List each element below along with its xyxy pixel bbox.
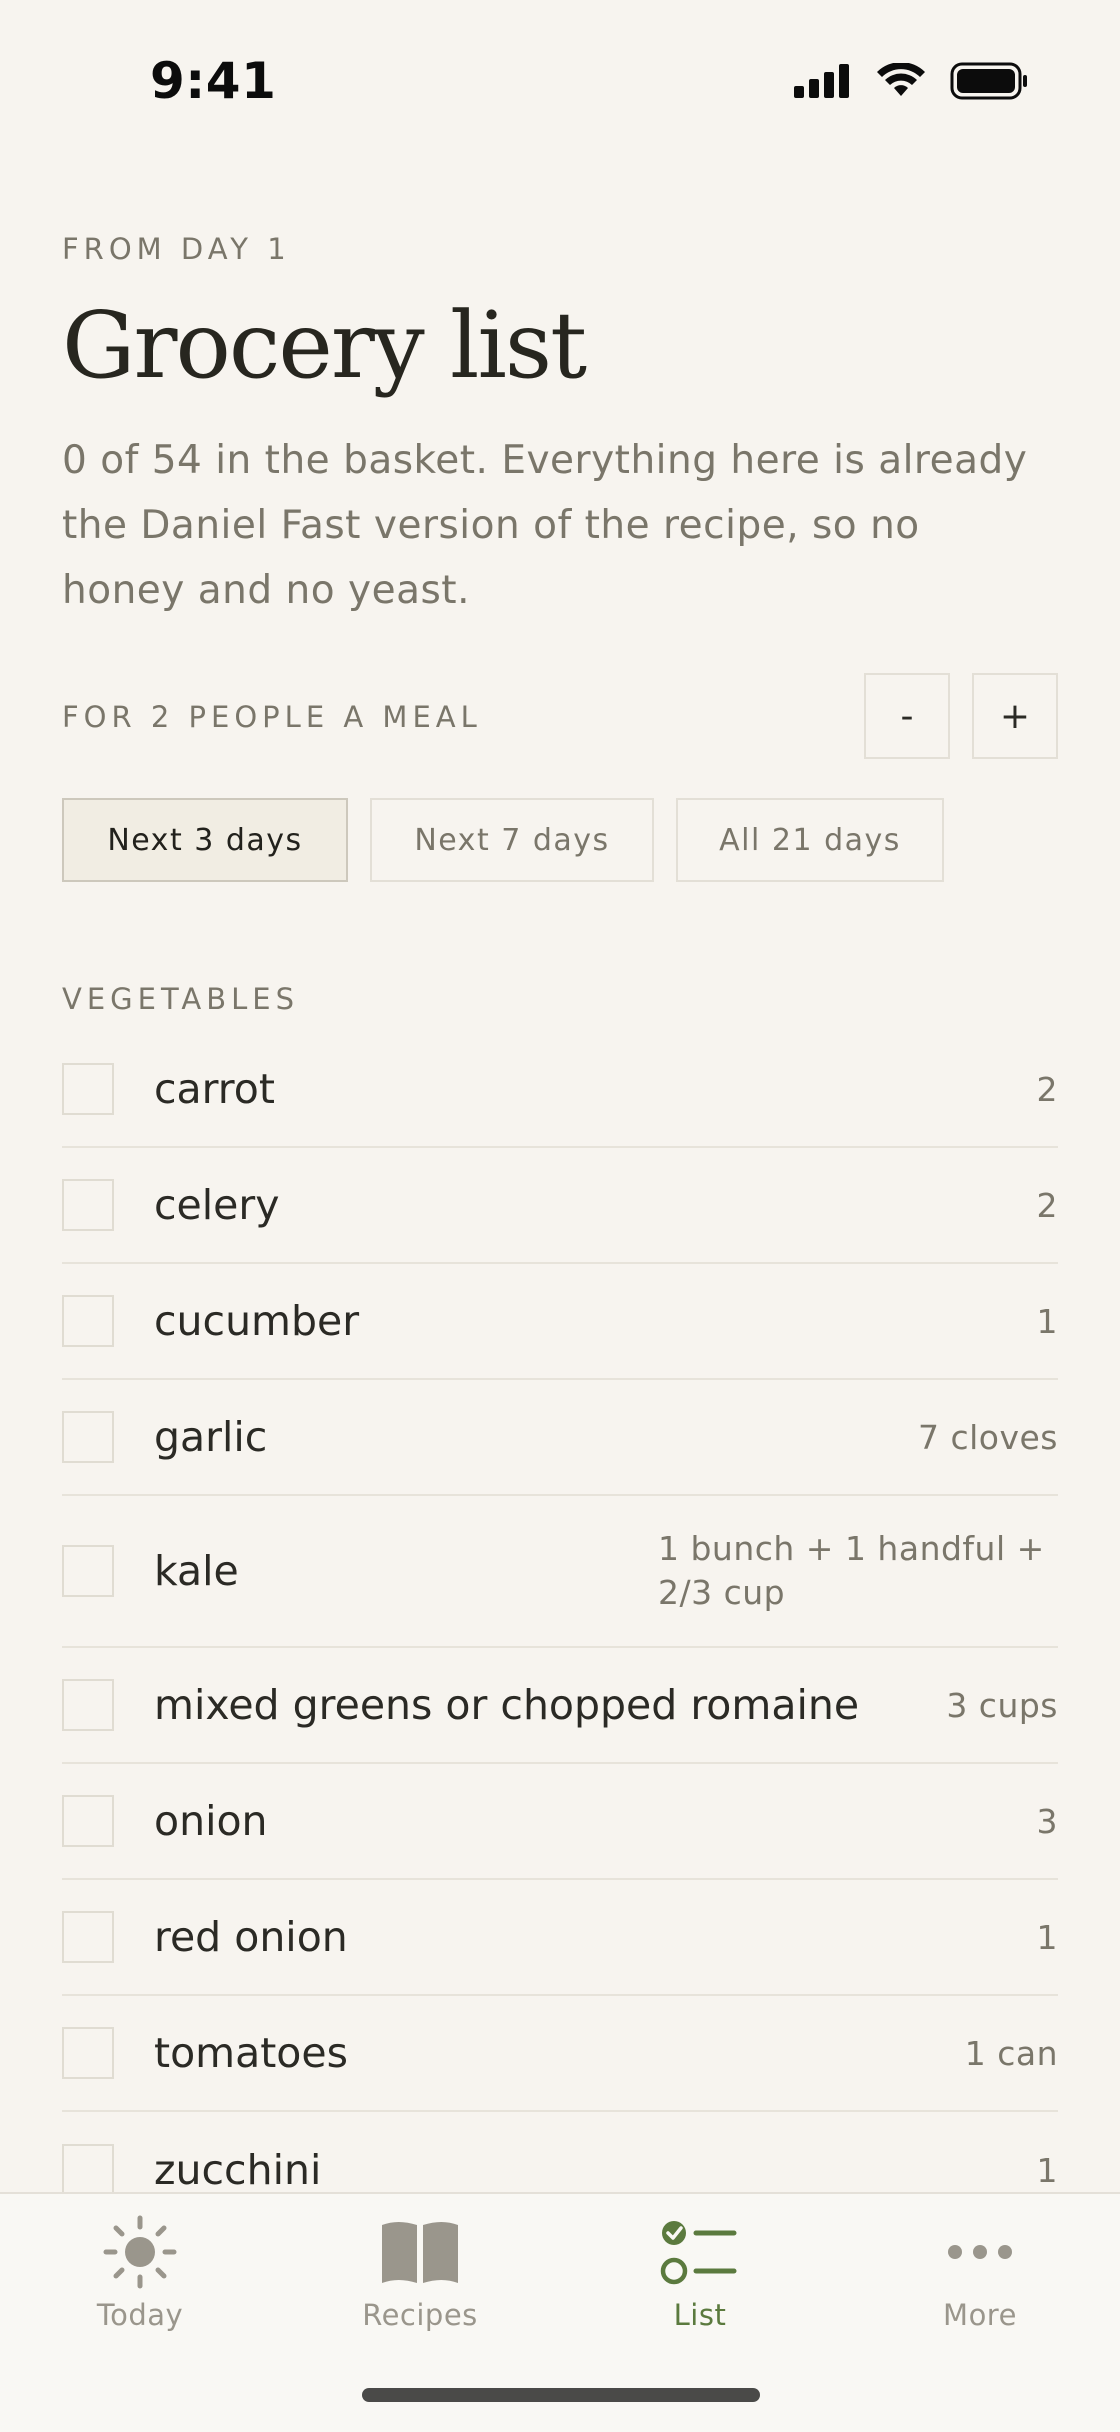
tab-next-3-days[interactable]: Next 3 days (62, 798, 348, 882)
item-checkbox[interactable] (62, 1911, 114, 1963)
battery-icon (950, 62, 1027, 100)
item-quantity: 2 (1036, 1185, 1058, 1225)
item-name: carrot (154, 1065, 275, 1113)
wifi-icon (877, 63, 925, 96)
increase-servings-button[interactable]: + (972, 673, 1058, 759)
range-tabs: Next 3 days Next 7 days All 21 days (62, 798, 944, 882)
tab-list-label: List (673, 2298, 727, 2332)
item-checkbox[interactable] (62, 2144, 114, 2196)
sun-icon (102, 2212, 178, 2292)
list-item: mixed greens or chopped romaine 3 cups (62, 1648, 1058, 1764)
section-label-vegetables: VEGETABLES (62, 982, 300, 1016)
item-name: zucchini (154, 2146, 322, 2194)
item-name: onion (154, 1797, 268, 1845)
grocery-list: carrot 2 celery 2 cucumber 1 garlic 7 cl… (62, 1032, 1058, 2228)
decrease-servings-button[interactable]: - (864, 673, 950, 759)
tab-list[interactable]: List (560, 2212, 840, 2342)
item-quantity: 2 (1036, 1069, 1058, 1109)
tab-today[interactable]: Today (0, 2212, 280, 2342)
tab-recipes-label: Recipes (362, 2298, 478, 2332)
item-name: mixed greens or chopped romaine (154, 1681, 860, 1729)
tab-next-7-days[interactable]: Next 7 days (370, 798, 654, 882)
item-quantity: 7 cloves (917, 1417, 1058, 1457)
list-item: cucumber 1 (62, 1264, 1058, 1380)
list-item: red onion 1 (62, 1880, 1058, 1996)
item-checkbox[interactable] (62, 1179, 114, 1231)
list-item: celery 2 (62, 1148, 1058, 1264)
item-name: celery (154, 1181, 280, 1229)
book-icon (380, 2212, 460, 2292)
item-name: kale (154, 1547, 239, 1595)
list-item: carrot 2 (62, 1032, 1058, 1148)
item-checkbox[interactable] (62, 1295, 114, 1347)
item-checkbox[interactable] (62, 1795, 114, 1847)
item-quantity: 1 can (964, 2033, 1058, 2073)
item-name: cucumber (154, 1297, 360, 1345)
servings-label: FOR 2 PEOPLE A MEAL (62, 700, 482, 734)
item-name: tomatoes (154, 2029, 348, 2077)
item-checkbox[interactable] (62, 1679, 114, 1731)
tab-all-21-days[interactable]: All 21 days (676, 798, 944, 882)
list-item: onion 3 (62, 1764, 1058, 1880)
item-checkbox[interactable] (62, 2027, 114, 2079)
item-quantity: 3 cups (946, 1685, 1058, 1725)
item-name: garlic (154, 1413, 268, 1461)
item-checkbox[interactable] (62, 1411, 114, 1463)
tab-more-label: More (943, 2298, 1017, 2332)
home-indicator (362, 2388, 760, 2402)
tab-today-label: Today (96, 2298, 184, 2332)
list-item: tomatoes 1 can (62, 1996, 1058, 2112)
item-quantity: 1 bunch + 1 handful + 2/3 cup (658, 1529, 1045, 1612)
status-icons (794, 62, 1028, 100)
item-quantity: 1 (1036, 1917, 1058, 1957)
basket-summary: 0 of 54 in the basket. Everything here i… (62, 438, 1028, 613)
status-time: 9:41 (150, 52, 277, 110)
list-item: garlic 7 cloves (62, 1380, 1058, 1496)
more-icon (945, 2212, 1015, 2292)
item-name: red onion (154, 1913, 348, 1961)
page-title: Grocery list (62, 292, 587, 399)
cellular-signal-icon (794, 64, 849, 98)
item-quantity: 1 (1036, 2150, 1058, 2190)
item-quantity: 3 (1036, 1801, 1058, 1841)
list-item: kale 1 bunch + 1 handful + 2/3 cup (62, 1496, 1058, 1648)
item-checkbox[interactable] (62, 1545, 114, 1597)
tab-more[interactable]: More (840, 2212, 1120, 2342)
checklist-icon (660, 2212, 740, 2292)
eyebrow: FROM DAY 1 (62, 232, 291, 266)
item-quantity: 1 (1036, 1301, 1058, 1341)
tab-recipes[interactable]: Recipes (280, 2212, 560, 2342)
status-bar: 9:41 (0, 0, 1120, 160)
item-checkbox[interactable] (62, 1063, 114, 1115)
